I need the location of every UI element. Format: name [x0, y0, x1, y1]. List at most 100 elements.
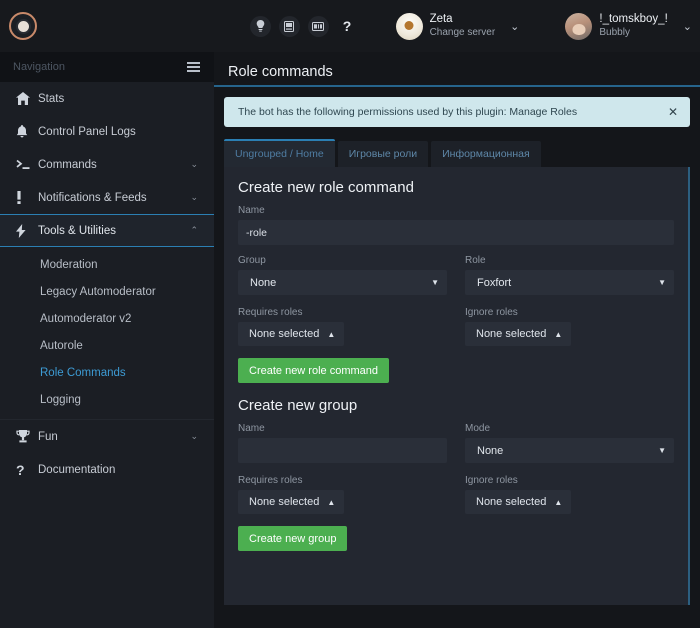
sidebar-item-control-panel-logs[interactable]: Control Panel Logs [0, 115, 214, 148]
sidebar-item-documentation[interactable]: ? Documentation [0, 453, 214, 486]
mode-field: Mode None ▼ [465, 423, 674, 463]
sidebar-item-role-commands[interactable]: Role Commands [0, 359, 214, 386]
mode-label: Mode [465, 423, 491, 434]
main-content: Role commands The bot has the following … [214, 52, 700, 628]
role-field: Role Foxfort ▼ [465, 255, 674, 295]
tab-informacionnaya[interactable]: Информационная [431, 141, 541, 167]
bot-logo-icon[interactable] [9, 12, 37, 40]
chevron-down-icon[interactable]: ⌄ [683, 20, 692, 33]
sidebar-item-legacy-automoderator[interactable]: Legacy Automoderator [0, 278, 214, 305]
card-icon[interactable] [307, 15, 329, 37]
group-requires-roles-value: None selected [249, 496, 320, 508]
role-select-value: Foxfort [477, 276, 512, 289]
server-avatar [395, 12, 423, 40]
sidebar-item-label: Fun [38, 430, 58, 443]
group-select-value: None [250, 276, 277, 289]
sidebar-subitem-label: Legacy Automoderator [40, 285, 156, 298]
ignore-roles-multiselect[interactable]: None selected ▲ [465, 322, 572, 346]
server-change-label: Change server [429, 26, 496, 38]
top-bar: ? Zeta Change server ⌄ !_tomskboy_! Bubb… [0, 0, 700, 52]
user-name: !_tomskboy_! [599, 13, 668, 26]
sidebar-header-label: Navigation [13, 61, 65, 73]
lightbulb-icon[interactable] [249, 15, 271, 37]
exclamation-icon [16, 191, 38, 204]
chevron-down-icon[interactable]: ⌄ [510, 20, 519, 33]
ignore-roles-value: None selected [476, 328, 547, 340]
tab-igrovye-roli[interactable]: Игровые роли [337, 141, 429, 167]
tab-label: Ungrouped / Home [235, 148, 324, 160]
group-requires-roles-label: Requires roles [238, 475, 303, 486]
sidebar-subitem-label: Logging [40, 393, 81, 406]
user-menu-text: !_tomskboy_! Bubbly [599, 13, 667, 38]
trophy-icon [16, 430, 38, 443]
tab-label: Игровые роли [348, 148, 418, 160]
ignore-roles-label: Ignore roles [465, 307, 518, 318]
sidebar-item-logging[interactable]: Logging [0, 386, 214, 413]
roles-filter-row: Requires roles None selected ▲ Ignore ro… [238, 307, 674, 346]
question-mark-icon[interactable]: ? [337, 16, 358, 37]
create-new-role-command-button[interactable]: Create new role command [238, 358, 390, 383]
lightning-bolt-icon [16, 223, 38, 238]
sidebar-subitem-label: Moderation [40, 258, 98, 271]
chevron-up-icon: ▲ [554, 497, 563, 507]
chevron-down-icon[interactable]: ⌄ [190, 192, 198, 203]
chevron-down-icon[interactable]: ⌄ [190, 431, 198, 442]
group-name-input[interactable] [238, 438, 447, 463]
tab-ungrouped-home[interactable]: Ungrouped / Home [224, 139, 335, 167]
sidebar-item-fun[interactable]: Fun ⌄ [0, 420, 214, 453]
chevron-up-icon[interactable]: ⌃ [190, 225, 198, 236]
home-icon [16, 92, 38, 105]
chevron-down-icon: ▼ [658, 446, 666, 455]
sidebar-item-notifications-feeds[interactable]: Notifications & Feeds ⌄ [0, 181, 214, 214]
server-switcher[interactable]: Zeta Change server ⌄ [392, 12, 528, 40]
tab-panel: Create new role command Name Group None … [224, 167, 690, 605]
role-command-name-input[interactable] [238, 220, 674, 245]
sidebar-item-commands[interactable]: Commands ⌄ [0, 148, 214, 181]
create-new-group-button[interactable]: Create new group [238, 526, 348, 551]
name-label: Name [238, 205, 265, 216]
role-label: Role [465, 255, 486, 266]
sidebar-item-stats[interactable]: Stats [0, 82, 214, 115]
chevron-down-icon[interactable]: ⌄ [190, 159, 198, 170]
topbar-icon-group: ? [249, 15, 358, 37]
terminal-icon [16, 159, 38, 171]
content-wrapper: The bot has the following permissions us… [214, 87, 700, 605]
group-ignore-roles-multiselect[interactable]: None selected ▲ [465, 490, 572, 514]
sidebar-item-label: Documentation [38, 463, 116, 476]
group-select[interactable]: None ▼ [238, 270, 447, 295]
chevron-up-icon: ▲ [327, 329, 336, 339]
close-icon[interactable]: ✕ [668, 105, 678, 119]
chevron-up-icon: ▲ [554, 329, 563, 339]
page-title: Role commands [228, 64, 333, 80]
bot-logo-inner [15, 18, 31, 34]
ignore-roles-field: Ignore roles None selected ▲ [465, 307, 674, 346]
user-menu[interactable]: !_tomskboy_! Bubbly ⌄ [561, 12, 700, 40]
sidebar-item-automoderator-v2[interactable]: Automoderator v2 [0, 305, 214, 332]
sidebar-item-autorole[interactable]: Autorole [0, 332, 214, 359]
group-field: Group None ▼ [238, 255, 447, 295]
sidebar-subgroup-tools: Moderation Legacy Automoderator Automode… [0, 247, 214, 419]
sidebar: Navigation Stats Control Panel Logs Comm… [0, 52, 214, 628]
user-status: Bubbly [599, 26, 630, 38]
sidebar-subitem-label: Role Commands [40, 366, 126, 379]
tab-bar: Ungrouped / Home Игровые роли Информацио… [224, 139, 690, 167]
group-name-label: Name [238, 423, 265, 434]
group-label: Group [238, 255, 266, 266]
sidebar-item-tools-utilities[interactable]: Tools & Utilities ⌃ [0, 214, 214, 247]
group-ignore-roles-label: Ignore roles [465, 475, 518, 486]
alert-message: The bot has the following permissions us… [238, 106, 578, 118]
hamburger-menu-icon[interactable] [187, 62, 200, 72]
requires-roles-value: None selected [249, 328, 320, 340]
group-role-row: Group None ▼ Role Foxfort ▼ [238, 255, 674, 295]
group-ignore-roles-value: None selected [476, 496, 547, 508]
permissions-alert: The bot has the following permissions us… [224, 97, 690, 127]
mode-select[interactable]: None ▼ [465, 438, 674, 463]
sidebar-item-label: Commands [38, 158, 97, 171]
role-select[interactable]: Foxfort ▼ [465, 270, 674, 295]
group-requires-roles-multiselect[interactable]: None selected ▲ [238, 490, 345, 514]
requires-roles-multiselect[interactable]: None selected ▲ [238, 322, 345, 346]
server-switcher-text: Zeta Change server [430, 13, 496, 38]
requires-roles-label: Requires roles [238, 307, 303, 318]
server-icon[interactable] [278, 15, 300, 37]
sidebar-item-moderation[interactable]: Moderation [0, 251, 214, 278]
